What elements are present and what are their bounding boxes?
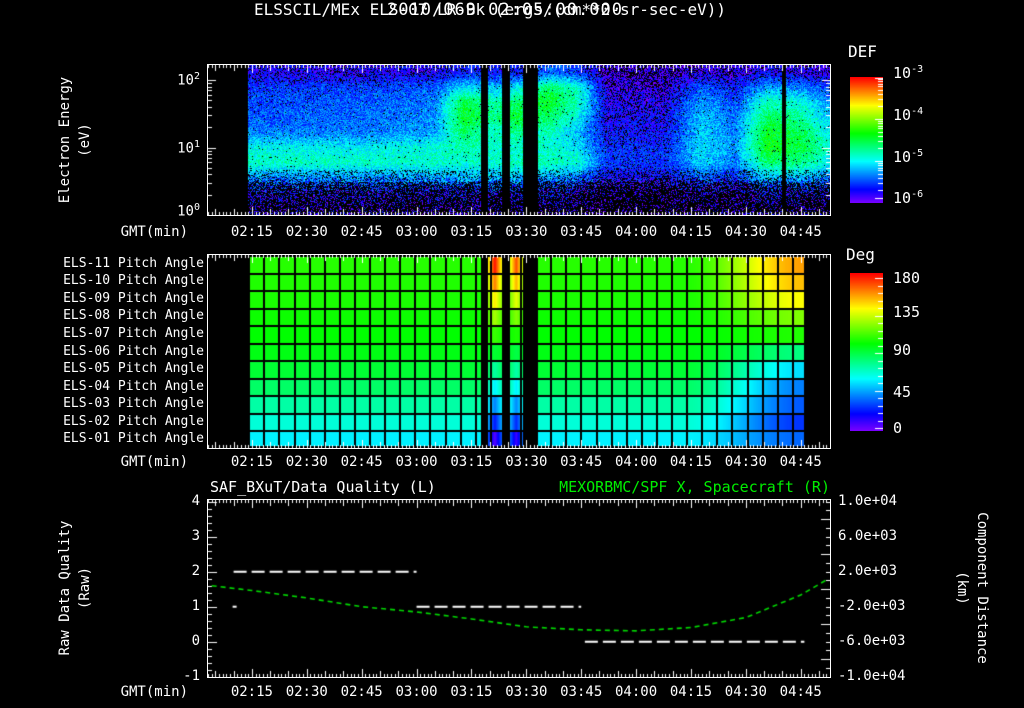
plot-subtitle: ELSSCIL/MEx ELS-07 LR-Bk (ergs/(cm**2-sr… — [0, 0, 980, 19]
energy-colorbar — [850, 77, 883, 203]
distance-ytick-label: 2.0e+03 — [838, 563, 928, 579]
time-tick-label: 04:00 — [615, 224, 657, 240]
distance-ytick-label: -6.0e+03 — [838, 633, 928, 649]
time-tick-label: 02:15 — [231, 684, 273, 700]
quality-panel-frame — [207, 499, 831, 678]
quality-title-right: MEXORBMC/SPF X, Spacecraft (R) — [530, 478, 830, 496]
time-tick-label: 04:30 — [725, 684, 767, 700]
pitch-angle-canvas — [208, 255, 830, 448]
time-tick-label: 03:00 — [395, 224, 437, 240]
energy-ytick-label: 102 — [148, 71, 200, 89]
quality-yaxis-label: Raw Data Quality (Raw) — [54, 478, 96, 698]
time-tick-label: 03:00 — [395, 454, 437, 470]
time-tick-label: 04:45 — [780, 684, 822, 700]
deg-colorbar-title: Deg — [846, 245, 875, 264]
pitch-row-label: ELS-02 Pitch Angle — [38, 414, 204, 429]
time-tick-label: 02:15 — [231, 224, 273, 240]
time-tick-label: 04:15 — [670, 684, 712, 700]
time-tick-label: 02:30 — [286, 454, 328, 470]
deg-colorbar-tick-label: 90 — [893, 341, 953, 359]
energy-panel-frame — [207, 64, 831, 216]
time-tick-label: 03:15 — [450, 684, 492, 700]
deg-colorbar-canvas — [850, 273, 883, 431]
time-tick-label: 03:00 — [395, 684, 437, 700]
deg-colorbar-tick-label: 135 — [893, 303, 953, 321]
time-tick-label: 03:45 — [560, 224, 602, 240]
quality-ytick-label: 2 — [148, 563, 200, 579]
gmt-label-3: GMT(min) — [93, 684, 188, 700]
time-tick-label: 04:30 — [725, 224, 767, 240]
pitch-row-label: ELS-08 Pitch Angle — [38, 308, 204, 323]
def-colorbar-tick-label: 10-5 — [893, 148, 953, 166]
energy-spectrogram-canvas — [208, 65, 830, 215]
pitch-row-label: ELS-07 Pitch Angle — [38, 326, 204, 341]
time-tick-label: 03:45 — [560, 454, 602, 470]
deg-colorbar — [850, 273, 883, 431]
time-tick-label: 03:15 — [450, 454, 492, 470]
energy-yaxis-line1: Electron Energy — [55, 30, 75, 250]
pitch-row-label: ELS-01 Pitch Angle — [38, 431, 204, 446]
quality-yaxis-line2: (Raw) — [75, 478, 95, 698]
time-tick-label: 04:45 — [780, 224, 822, 240]
time-tick-label: 02:30 — [286, 224, 328, 240]
pitch-row-label: ELS-06 Pitch Angle — [38, 344, 204, 359]
gmt-label-2: GMT(min) — [93, 454, 188, 470]
quality-ytick-label: -1 — [148, 668, 200, 684]
pitch-row-label: ELS-11 Pitch Angle — [38, 256, 204, 271]
plot-page: 2010/069 02:05:00.000 ELSSCIL/MEx ELS-07… — [0, 0, 1024, 708]
quality-yaxis-line1: Raw Data Quality — [55, 478, 75, 698]
energy-yaxis-line2: (eV) — [75, 30, 95, 250]
def-colorbar-tick-label: 10-6 — [893, 189, 953, 207]
quality-ytick-label: 0 — [148, 633, 200, 649]
quality-ytick-label: 4 — [148, 493, 200, 509]
energy-ytick-label: 101 — [148, 139, 200, 157]
quality-ytick-label: 1 — [148, 598, 200, 614]
distance-yaxis-line2: (km) — [952, 478, 972, 698]
deg-colorbar-tick-label: 0 — [893, 419, 953, 437]
distance-yaxis-label: Component Distance (km) — [951, 478, 993, 698]
quality-title-left: SAF_BXuT/Data Quality (L) — [210, 478, 436, 496]
time-tick-label: 02:30 — [286, 684, 328, 700]
distance-ytick-label: 6.0e+03 — [838, 528, 928, 544]
time-tick-label: 03:30 — [505, 454, 547, 470]
def-colorbar-title: DEF — [848, 42, 877, 61]
time-tick-label: 03:45 — [560, 684, 602, 700]
time-tick-label: 02:45 — [341, 684, 383, 700]
energy-yaxis-label: Electron Energy (eV) — [54, 30, 96, 250]
energy-colorbar-canvas — [850, 77, 883, 203]
quality-plot-canvas — [208, 500, 830, 677]
pitch-row-label: ELS-09 Pitch Angle — [38, 291, 204, 306]
time-tick-label: 03:30 — [505, 224, 547, 240]
time-tick-label: 02:45 — [341, 454, 383, 470]
distance-ytick-label: 1.0e+04 — [838, 493, 928, 509]
time-tick-label: 04:45 — [780, 454, 822, 470]
distance-ytick-label: -1.0e+04 — [838, 668, 928, 684]
time-tick-label: 03:15 — [450, 224, 492, 240]
time-tick-label: 02:15 — [231, 454, 273, 470]
distance-ytick-label: -2.0e+03 — [838, 598, 928, 614]
time-tick-label: 04:15 — [670, 224, 712, 240]
time-tick-label: 04:00 — [615, 684, 657, 700]
pitch-panel-frame — [207, 254, 831, 449]
def-colorbar-tick-label: 10-4 — [893, 106, 953, 124]
time-tick-label: 02:45 — [341, 224, 383, 240]
time-tick-label: 04:15 — [670, 454, 712, 470]
energy-ytick-label: 100 — [148, 202, 200, 220]
time-tick-label: 04:30 — [725, 454, 767, 470]
pitch-row-label: ELS-05 Pitch Angle — [38, 361, 204, 376]
deg-colorbar-tick-label: 45 — [893, 383, 953, 401]
pitch-row-label: ELS-04 Pitch Angle — [38, 379, 204, 394]
def-colorbar-tick-label: 10-3 — [893, 64, 953, 82]
gmt-label-1: GMT(min) — [93, 224, 188, 240]
pitch-row-label: ELS-10 Pitch Angle — [38, 273, 204, 288]
deg-colorbar-tick-label: 180 — [893, 269, 953, 287]
pitch-row-label: ELS-03 Pitch Angle — [38, 396, 204, 411]
quality-ytick-label: 3 — [148, 528, 200, 544]
time-tick-label: 03:30 — [505, 684, 547, 700]
time-tick-label: 04:00 — [615, 454, 657, 470]
distance-yaxis-line1: Component Distance — [972, 478, 992, 698]
